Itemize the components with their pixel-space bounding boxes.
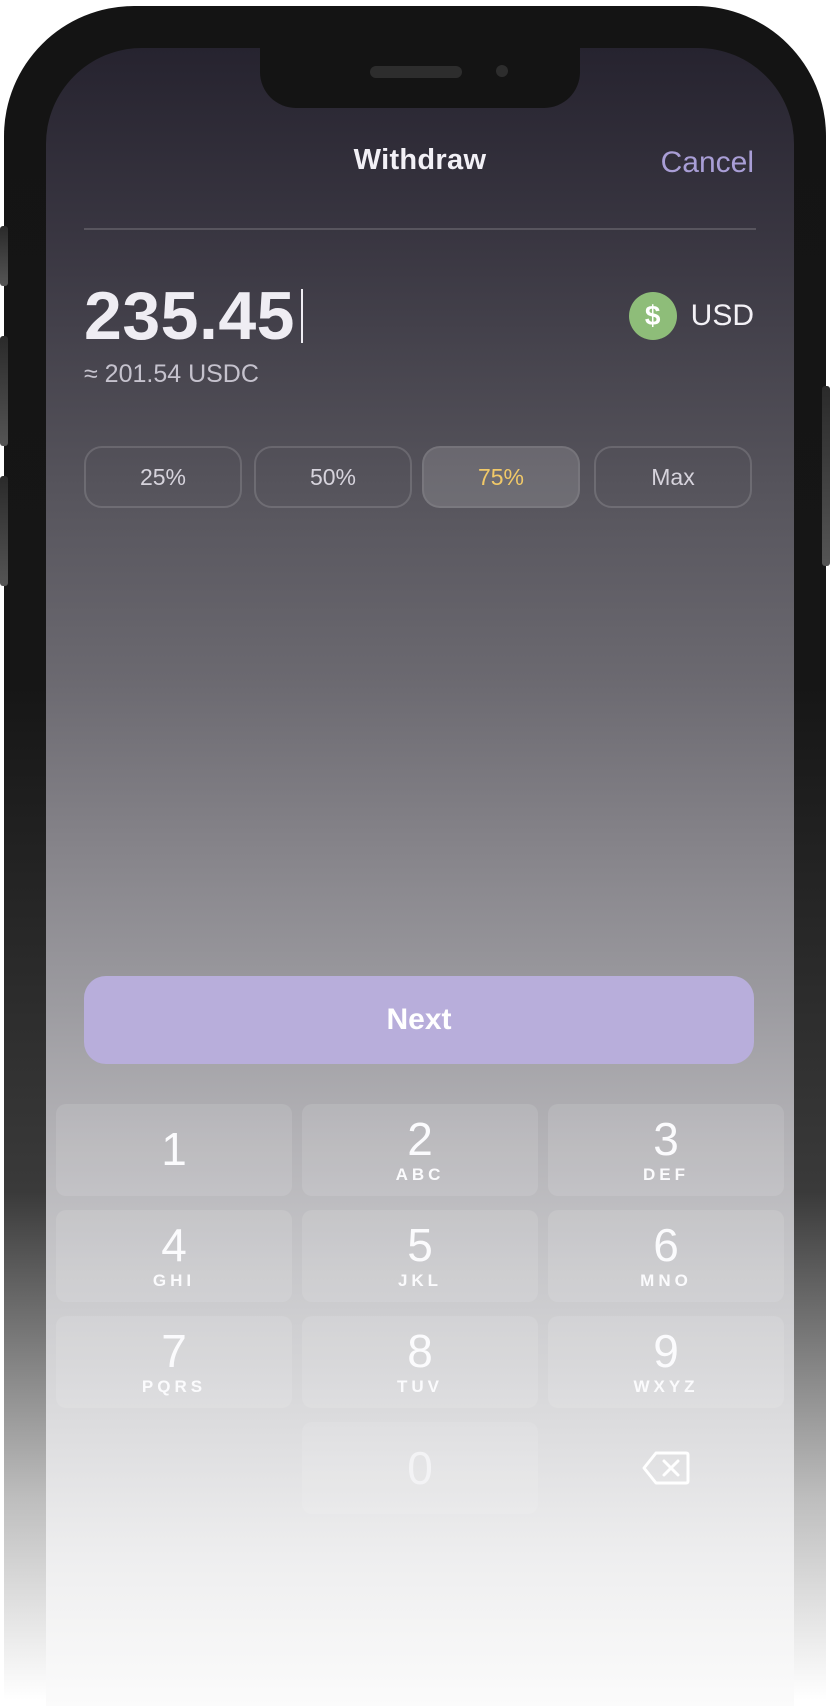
cancel-button[interactable]: Cancel [661,146,754,180]
key-digit: 4 [161,1219,187,1271]
text-caret [300,289,303,343]
key-digit: 2 [407,1113,433,1165]
key-2[interactable]: 2 ABC [302,1104,538,1196]
preset-50-button[interactable]: 50% [254,446,412,508]
mute-switch [0,226,8,286]
key-letters: MNO [640,1271,692,1290]
key-6[interactable]: 6 MNO [548,1210,784,1302]
currency-selector[interactable]: $ USD [628,292,754,340]
backspace-button[interactable] [548,1422,784,1514]
key-5[interactable]: 5 JKL [302,1210,538,1302]
phone-frame: Withdraw Cancel 235.45 ≈ 201.54 USDC $ U… [0,6,830,1706]
key-digit: 8 [407,1325,433,1377]
key-digit: 7 [161,1325,187,1377]
key-8[interactable]: 8 TUV [302,1316,538,1408]
key-digit: 1 [161,1123,187,1175]
percentage-presets: 25% 50% 75% Max [84,446,756,510]
key-digit: 9 [653,1325,679,1377]
converted-amount: ≈ 201.54 USDC [84,360,259,388]
preset-max-button[interactable]: Max [594,446,752,508]
key-letters: WXYZ [633,1377,699,1396]
key-letters: JKL [397,1271,443,1290]
key-letters: DEF [643,1165,689,1184]
volume-up-button [0,336,8,446]
key-3[interactable]: 3 DEF [548,1104,784,1196]
amount-input[interactable]: 235.45 [84,276,303,356]
key-digit: 6 [653,1219,679,1271]
screen: Withdraw Cancel 235.45 ≈ 201.54 USDC $ U… [46,48,794,1706]
header-divider [84,228,756,230]
speaker-grille [370,66,462,78]
dollar-coin-icon: $ [628,292,677,340]
key-4[interactable]: 4 GHI [56,1210,292,1302]
amount-value: 235.45 [84,278,295,354]
next-button[interactable]: Next [84,976,754,1064]
notch [260,48,580,108]
key-letters: TUV [397,1377,443,1396]
key-digit: 3 [653,1113,679,1165]
volume-down-button [0,476,8,586]
key-letters: PQRS [141,1377,207,1396]
key-letters: ABC [395,1165,445,1184]
preset-75-button[interactable]: 75% [422,446,580,508]
backspace-icon [642,1451,690,1485]
key-digit: 0 [407,1442,433,1494]
key-9[interactable]: 9 WXYZ [548,1316,784,1408]
key-1[interactable]: 1 [56,1104,292,1196]
key-0[interactable]: 0 [302,1422,538,1514]
currency-label: USD [690,299,754,332]
front-camera [496,65,508,77]
key-7[interactable]: 7 PQRS [56,1316,292,1408]
key-letters: GHI [152,1271,196,1290]
key-blank [56,1422,292,1514]
preset-25-button[interactable]: 25% [84,446,242,508]
key-digit: 5 [407,1219,433,1271]
power-button [822,386,830,566]
